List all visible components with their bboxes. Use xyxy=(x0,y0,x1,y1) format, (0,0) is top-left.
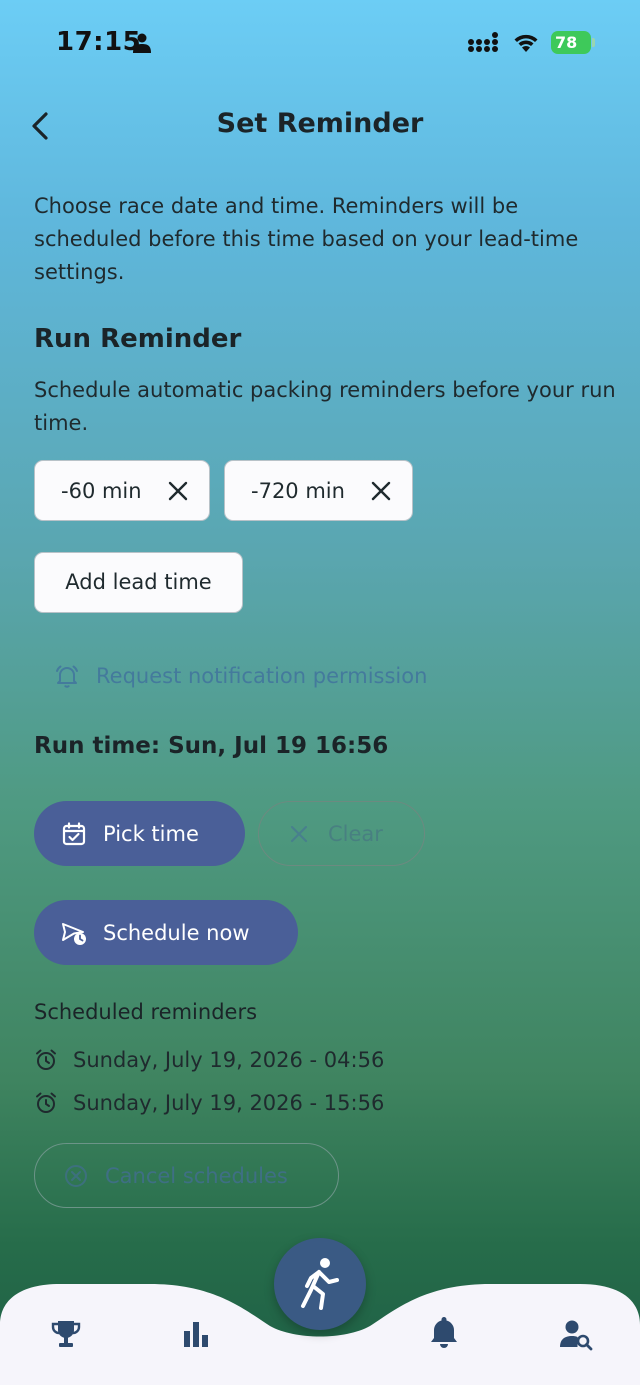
close-icon[interactable] xyxy=(165,478,191,504)
calendar-check-icon xyxy=(62,821,86,845)
lead-time-label: -720 min xyxy=(251,478,345,503)
section-description: Schedule automatic packing reminders bef… xyxy=(34,378,616,435)
run-fab-button[interactable] xyxy=(274,1238,366,1330)
bar-chart-icon xyxy=(184,1322,208,1347)
runner-icon xyxy=(301,1258,339,1310)
close-icon xyxy=(290,825,308,842)
notification-bell-icon xyxy=(56,665,78,688)
clear-label: Clear xyxy=(328,821,383,846)
nav-profile-search[interactable] xyxy=(556,1314,596,1354)
scheduled-reminder-text: Sunday, July 19, 2026 - 04:56 xyxy=(73,1048,385,1072)
run-time-label: Run time: Sun, Jul 19 16:56 xyxy=(34,733,389,759)
scheduled-reminder-item: Sunday, July 19, 2026 - 15:56 xyxy=(34,1087,384,1119)
battery-level: 78 xyxy=(555,33,578,52)
schedule-now-label: Schedule now xyxy=(103,920,250,945)
schedule-now-button[interactable]: Schedule now xyxy=(34,900,298,965)
section-title: Run Reminder xyxy=(34,324,242,354)
profile-search-icon xyxy=(560,1320,593,1351)
request-permission-label: Request notification permission xyxy=(96,664,428,688)
bell-icon xyxy=(431,1317,457,1348)
cancel-circle-icon xyxy=(65,1164,87,1187)
intro-text: Choose race date and time. Reminders wil… xyxy=(34,194,579,284)
schedule-send-icon xyxy=(62,922,86,945)
clear-button[interactable]: Clear xyxy=(258,801,425,866)
lead-time-label: -60 min xyxy=(61,478,142,503)
cancel-schedules-button[interactable]: Cancel schedules xyxy=(34,1143,339,1208)
status-bar: 17:15 78 xyxy=(0,0,640,86)
scheduled-reminder-text: Sunday, July 19, 2026 - 15:56 xyxy=(73,1091,385,1115)
lead-time-chip: -720 min xyxy=(224,460,413,521)
trophy-icon xyxy=(51,1321,81,1347)
pick-time-button[interactable]: Pick time xyxy=(34,801,245,866)
nav-stats[interactable] xyxy=(176,1314,216,1354)
add-lead-time-button[interactable]: Add lead time xyxy=(34,552,243,613)
battery-indicator: 78 xyxy=(551,31,595,54)
signal-icon xyxy=(468,32,498,52)
lead-time-chip: -60 min xyxy=(34,460,210,521)
alarm-icon xyxy=(36,1092,56,1113)
page-title: Set Reminder xyxy=(216,108,424,139)
nav-reminders[interactable] xyxy=(424,1312,464,1352)
person-icon xyxy=(133,33,151,53)
request-permission-button[interactable]: Request notification permission xyxy=(54,660,427,692)
cancel-schedules-label: Cancel schedules xyxy=(105,1163,288,1188)
pick-time-label: Pick time xyxy=(103,821,199,846)
scheduled-reminder-item: Sunday, July 19, 2026 - 04:56 xyxy=(34,1044,384,1076)
alarm-icon xyxy=(36,1049,56,1070)
nav-trophy[interactable] xyxy=(46,1314,86,1354)
scheduled-reminders-title: Scheduled reminders xyxy=(34,1000,258,1024)
status-time: 17:15 xyxy=(56,27,142,57)
wifi-icon xyxy=(514,34,538,52)
close-icon[interactable] xyxy=(368,478,394,504)
